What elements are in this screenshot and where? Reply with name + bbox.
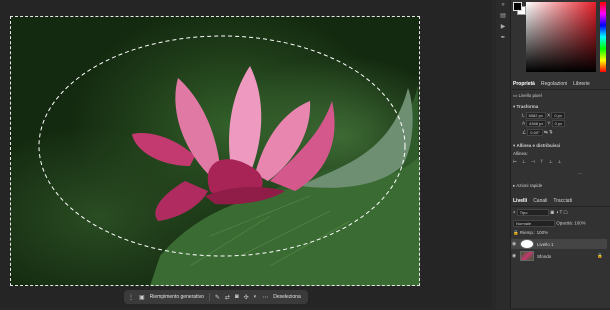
lock-row: 🔒 Riemp.: 100% bbox=[513, 230, 548, 236]
filter-row: ⌕ Tipo ▣ ◑ T ▢ bbox=[513, 209, 568, 216]
panel-dock-icons: » ▤ ▶ ✒ bbox=[496, 0, 510, 310]
align-label: Allinea e distribuisci bbox=[516, 143, 561, 148]
more-align-options[interactable]: ... bbox=[578, 170, 582, 175]
lock-icon[interactable]: 🔒 bbox=[513, 230, 519, 235]
align-buttons: ⊢⊥⊣⊤⊥⊥ bbox=[513, 159, 567, 165]
align-top-icon[interactable]: ⊤ bbox=[540, 159, 549, 164]
deselect-button[interactable]: Deseleziona bbox=[273, 294, 301, 300]
tab-libraries[interactable]: Librerie bbox=[573, 81, 590, 87]
visibility-eye-icon[interactable]: ◉ bbox=[511, 253, 517, 259]
filter-adjust-icon[interactable]: ◑ bbox=[556, 210, 559, 215]
tab-layers[interactable]: Livelli bbox=[513, 198, 527, 204]
color-picker-field[interactable] bbox=[526, 2, 596, 72]
layer-type-row: ▭ Livello pixel bbox=[513, 93, 542, 99]
tab-paths[interactable]: Tracciati bbox=[553, 198, 572, 204]
layer-type-label: Livello pixel bbox=[518, 93, 542, 98]
layer-name[interactable]: Sfondo bbox=[537, 254, 551, 259]
kind-filter-select[interactable]: Tipo bbox=[516, 209, 549, 216]
tab-adjustments[interactable]: Regolazioni bbox=[541, 81, 567, 87]
feather-icon[interactable]: ✣ bbox=[244, 294, 249, 301]
transform-wx-row: L 6582 px X 0 px bbox=[522, 112, 565, 119]
filter-image-icon[interactable]: ▣ bbox=[550, 210, 554, 215]
filter-shape-icon[interactable]: ▢ bbox=[563, 210, 567, 215]
filter-icon: ⌕ bbox=[513, 209, 516, 215]
blend-mode-select[interactable]: Normale bbox=[513, 220, 555, 227]
generative-fill-icon: ▣ bbox=[139, 294, 145, 301]
chevron-right-icon: ▸ bbox=[513, 183, 516, 188]
blend-row: Normale Opacità: 100% bbox=[513, 220, 586, 227]
chevron-down-icon: ▾ bbox=[513, 143, 516, 148]
align-right-icon[interactable]: ⊣ bbox=[531, 159, 540, 164]
flip-horizontal-icon[interactable]: ⇆ bbox=[544, 130, 548, 135]
layer-name[interactable]: Livello 1 bbox=[537, 242, 554, 247]
quick-actions-label: Azioni rapide bbox=[516, 183, 543, 188]
modify-selection-icon[interactable]: ✎ bbox=[215, 294, 220, 301]
opacity-value[interactable]: 100% bbox=[574, 221, 586, 226]
mask-icon[interactable]: ◙ bbox=[235, 294, 239, 300]
x-field[interactable]: 0 px bbox=[551, 112, 565, 119]
layer-row-sfondo[interactable]: ◉ Sfondo 🔒 bbox=[511, 251, 607, 261]
contextual-task-bar: ⋮ ▣ Riempimento generativo ✎ ⇄ ◙ ✣ ◐ ⋯ D… bbox=[124, 290, 308, 304]
align-middle-icon[interactable]: ⊥ bbox=[549, 159, 558, 164]
transform-header[interactable]: ▾ Trasforma bbox=[513, 104, 538, 110]
separator bbox=[208, 293, 210, 301]
invert-selection-icon[interactable]: ⇄ bbox=[225, 294, 230, 301]
document-image[interactable] bbox=[10, 16, 420, 286]
tab-channels[interactable]: Canali bbox=[533, 198, 547, 204]
height-field[interactable]: 4388 px bbox=[526, 120, 547, 127]
align-header[interactable]: ▾ Allinea e distribuisci bbox=[513, 143, 560, 149]
generative-fill-button[interactable]: Riempimento generativo bbox=[150, 294, 204, 300]
layer-thumbnail bbox=[520, 239, 534, 249]
chevron-down-icon: ▾ bbox=[513, 104, 516, 109]
properties-tabs: Proprietà Regolazioni Librerie bbox=[510, 79, 610, 90]
canvas-area[interactable]: ⋮ ▣ Riempimento generativo ✎ ⇄ ◙ ✣ ◐ ⋯ D… bbox=[0, 0, 492, 308]
align-sub-label: Allinea: bbox=[513, 151, 528, 156]
collapse-icon[interactable]: » bbox=[501, 2, 504, 8]
history-icon[interactable]: ▤ bbox=[500, 12, 506, 19]
tab-properties[interactable]: Proprietà bbox=[513, 81, 535, 87]
transform-angle-row: ∠ 0,00° ⇆ ⇅ bbox=[522, 129, 553, 136]
y-field[interactable]: 0 px bbox=[551, 120, 566, 127]
transform-hy-row: A 4388 px Y 0 px bbox=[522, 120, 566, 127]
fill-value[interactable]: 100% bbox=[537, 230, 549, 235]
pixel-layer-icon: ▭ bbox=[513, 93, 518, 98]
align-bottom-icon[interactable]: ⊥ bbox=[558, 159, 567, 164]
layer-lock-icon: 🔒 bbox=[597, 253, 603, 258]
filter-type-icon[interactable]: T bbox=[559, 210, 562, 215]
flip-vertical-icon[interactable]: ⇅ bbox=[549, 130, 553, 135]
play-icon[interactable]: ▶ bbox=[501, 23, 506, 30]
layer-row-livello-1[interactable]: ◉ Livello 1 bbox=[511, 239, 607, 249]
layers-tabs: Livelli Canali Tracciati bbox=[510, 196, 610, 207]
hue-slider[interactable] bbox=[600, 2, 606, 72]
drag-handle-icon[interactable]: ⋮ bbox=[128, 294, 134, 301]
layer-thumbnail bbox=[520, 251, 534, 261]
elliptical-selection[interactable] bbox=[10, 16, 420, 286]
more-options-icon[interactable]: ⋯ bbox=[262, 294, 268, 301]
align-center-icon[interactable]: ⊥ bbox=[522, 159, 531, 164]
quick-actions-header[interactable]: ▸ Azioni rapide bbox=[513, 183, 542, 189]
width-field[interactable]: 6582 px bbox=[525, 112, 546, 119]
foreground-color-swatch[interactable] bbox=[513, 2, 522, 11]
transform-label: Trasforma bbox=[516, 104, 539, 109]
angle-field[interactable]: 0,00° bbox=[527, 129, 543, 136]
fill-label: Riemp.: bbox=[519, 230, 536, 235]
brush-icon[interactable]: ✒ bbox=[500, 34, 505, 41]
fill-icon[interactable]: ◐ bbox=[254, 294, 258, 300]
visibility-eye-icon[interactable]: ◉ bbox=[511, 241, 517, 247]
align-left-icon[interactable]: ⊢ bbox=[513, 159, 522, 164]
opacity-label: Opacità: bbox=[556, 220, 574, 226]
